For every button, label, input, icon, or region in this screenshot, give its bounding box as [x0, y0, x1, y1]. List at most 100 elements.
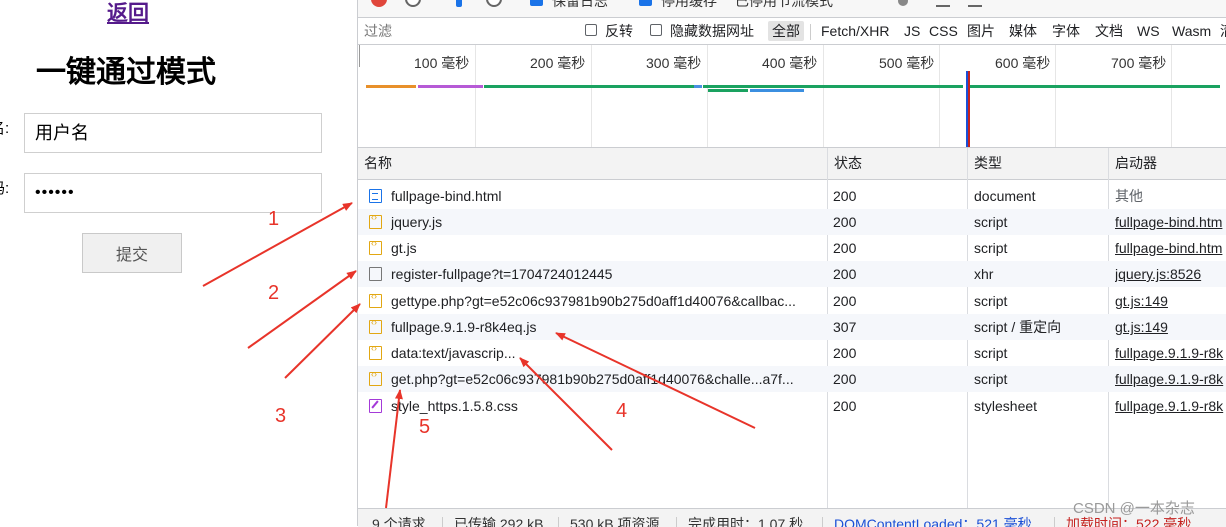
- request-status: 200: [833, 345, 857, 361]
- request-initiator[interactable]: fullpage.9.1.9-r8k: [1115, 366, 1226, 392]
- filter-icon[interactable]: [456, 0, 462, 7]
- waterfall-bar: [970, 85, 1220, 88]
- disable-cache-label: 停用缓存: [661, 0, 717, 9]
- column-header-status[interactable]: 状态: [828, 148, 968, 179]
- waterfall-bar: [703, 85, 963, 88]
- tick-label: 700 毫秒: [1111, 55, 1167, 71]
- username-label: 名:: [0, 120, 10, 137]
- tick-label: 400 毫秒: [762, 55, 818, 71]
- request-row[interactable]: fullpage.9.1.9-r8k4eq.js 307 script / 重定向 g…: [358, 314, 1226, 340]
- type-filter-img[interactable]: 图片: [967, 22, 995, 40]
- annotation-number: 4: [616, 400, 628, 422]
- request-initiator[interactable]: gt.js:149: [1115, 288, 1226, 314]
- invert-label: 反转: [605, 23, 633, 39]
- request-status: 200: [833, 188, 857, 204]
- type-filter-all[interactable]: 全部: [768, 21, 804, 41]
- password-input[interactable]: ••••••: [24, 173, 322, 213]
- clear-icon[interactable]: [405, 0, 421, 7]
- type-filter-ws[interactable]: WS: [1137, 22, 1160, 40]
- request-type: script: [974, 345, 1008, 361]
- request-row[interactable]: register-fullpage?t=1704724012445 200 xhr j…: [358, 261, 1226, 287]
- request-row[interactable]: gt.js 200 script fullpage-bind.htm: [358, 235, 1226, 261]
- request-status: 200: [833, 214, 857, 230]
- request-row[interactable]: jquery.js 200 script fullpage-bind.htm: [358, 209, 1226, 235]
- request-row[interactable]: get.php?gt=e52c06c937981b90b275d0aff1d40…: [358, 366, 1226, 392]
- type-filter-js[interactable]: JS: [904, 22, 920, 40]
- search-icon[interactable]: [486, 0, 502, 7]
- request-type: document: [974, 188, 1036, 204]
- type-filter-media[interactable]: 媒体: [1009, 22, 1037, 40]
- grid-line: [939, 45, 940, 147]
- stylesheet-icon: [369, 399, 382, 413]
- import-har-icon[interactable]: [936, 5, 950, 7]
- request-initiator[interactable]: fullpage-bind.htm: [1115, 235, 1226, 261]
- request-initiator[interactable]: fullpage.9.1.9-r8k: [1115, 340, 1226, 366]
- filter-input[interactable]: 过滤: [364, 21, 564, 41]
- waterfall-bar: [708, 89, 748, 92]
- request-name: jquery.js: [391, 214, 443, 230]
- waterfall-bar: [694, 85, 702, 88]
- tick-label: 500 毫秒: [879, 55, 935, 71]
- load-marker: [968, 71, 970, 147]
- column-header-type[interactable]: 类型: [968, 148, 1108, 179]
- record-icon[interactable]: [371, 0, 387, 7]
- annotation-number: 5: [419, 416, 431, 438]
- request-name: fullpage-bind.html: [391, 188, 502, 204]
- invert-checkbox[interactable]: [585, 24, 597, 36]
- request-name: gettype.php?gt=e52c06c937981b90b275d0aff…: [391, 293, 796, 309]
- type-filter-font[interactable]: 字体: [1052, 22, 1080, 40]
- disable-cache-checkbox[interactable]: [639, 0, 652, 6]
- request-name: data:text/javascrip...: [391, 345, 516, 361]
- hide-data-urls-label: 隐藏数据网址: [670, 23, 754, 39]
- script-icon: [369, 369, 382, 386]
- xhr-icon: [369, 267, 382, 281]
- username-input[interactable]: 用户名: [24, 113, 322, 153]
- timeline-overview[interactable]: 100 毫秒 200 毫秒 300 毫秒 400 毫秒 500 毫秒 600 毫…: [358, 45, 1226, 148]
- type-filter-manifest[interactable]: 清: [1220, 22, 1226, 40]
- request-row[interactable]: data:text/javascrip... 200 script fullpage.…: [358, 340, 1226, 366]
- request-row[interactable]: gettype.php?gt=e52c06c937981b90b275d0aff…: [358, 288, 1226, 314]
- request-status: 307: [833, 319, 857, 335]
- request-name: fullpage.9.1.9-r8k4eq.js: [391, 319, 537, 335]
- request-status: 200: [833, 398, 857, 414]
- back-link[interactable]: 返回: [107, 0, 149, 28]
- column-header-initiator[interactable]: 启动器: [1109, 148, 1226, 179]
- type-filter-css[interactable]: CSS: [929, 22, 958, 40]
- request-type: script: [974, 293, 1008, 309]
- devtools-network-panel: 保留日志 停用缓存 已停用节流模式 过滤 反转 隐藏数据网址 全部 Fetch/…: [357, 0, 1226, 527]
- request-type: script: [974, 240, 1008, 256]
- request-row[interactable]: fullpage-bind.html 200 document 其他: [358, 183, 1226, 209]
- script-icon: [369, 343, 382, 360]
- tick-label: 300 毫秒: [646, 55, 702, 71]
- request-name: get.php?gt=e52c06c937981b90b275d0aff1d40…: [391, 371, 794, 387]
- request-status: 200: [833, 240, 857, 256]
- document-icon: [369, 189, 382, 203]
- submit-button[interactable]: 提交: [82, 233, 182, 273]
- request-row[interactable]: style_https.1.5.8.css 200 stylesheet fullpa…: [358, 393, 1226, 419]
- page-title: 一键通过模式: [36, 56, 216, 89]
- request-initiator[interactable]: fullpage-bind.htm: [1115, 209, 1226, 235]
- network-conditions-icon[interactable]: [898, 0, 908, 6]
- tick-label: 100 毫秒: [414, 55, 470, 71]
- grid-line: [1055, 45, 1056, 147]
- script-icon: [369, 317, 382, 334]
- export-har-icon[interactable]: [968, 5, 982, 7]
- request-count: 9 个请求: [372, 516, 426, 527]
- grid-line: [475, 45, 476, 147]
- request-initiator[interactable]: fullpage.9.1.9-r8k: [1115, 393, 1226, 419]
- grid-line: [591, 45, 592, 147]
- type-filter-doc[interactable]: 文档: [1095, 22, 1123, 40]
- preserve-log-checkbox[interactable]: [530, 0, 543, 6]
- network-toolbar: 保留日志 停用缓存 已停用节流模式: [358, 0, 1226, 18]
- request-type: xhr: [974, 266, 994, 282]
- type-filter-wasm[interactable]: Wasm: [1172, 22, 1211, 40]
- type-filter-fetch-xhr[interactable]: Fetch/XHR: [821, 22, 889, 40]
- request-type: stylesheet: [974, 398, 1038, 414]
- throttling-select[interactable]: 已停用节流模式: [735, 0, 833, 11]
- hide-data-urls-checkbox[interactable]: [650, 24, 662, 36]
- request-initiator[interactable]: gt.js:149: [1115, 314, 1226, 340]
- annotation-number: 3: [275, 405, 287, 427]
- annotation-number: 1: [268, 208, 280, 230]
- request-initiator[interactable]: jquery.js:8526: [1115, 261, 1226, 287]
- column-header-name[interactable]: 名称: [358, 148, 828, 179]
